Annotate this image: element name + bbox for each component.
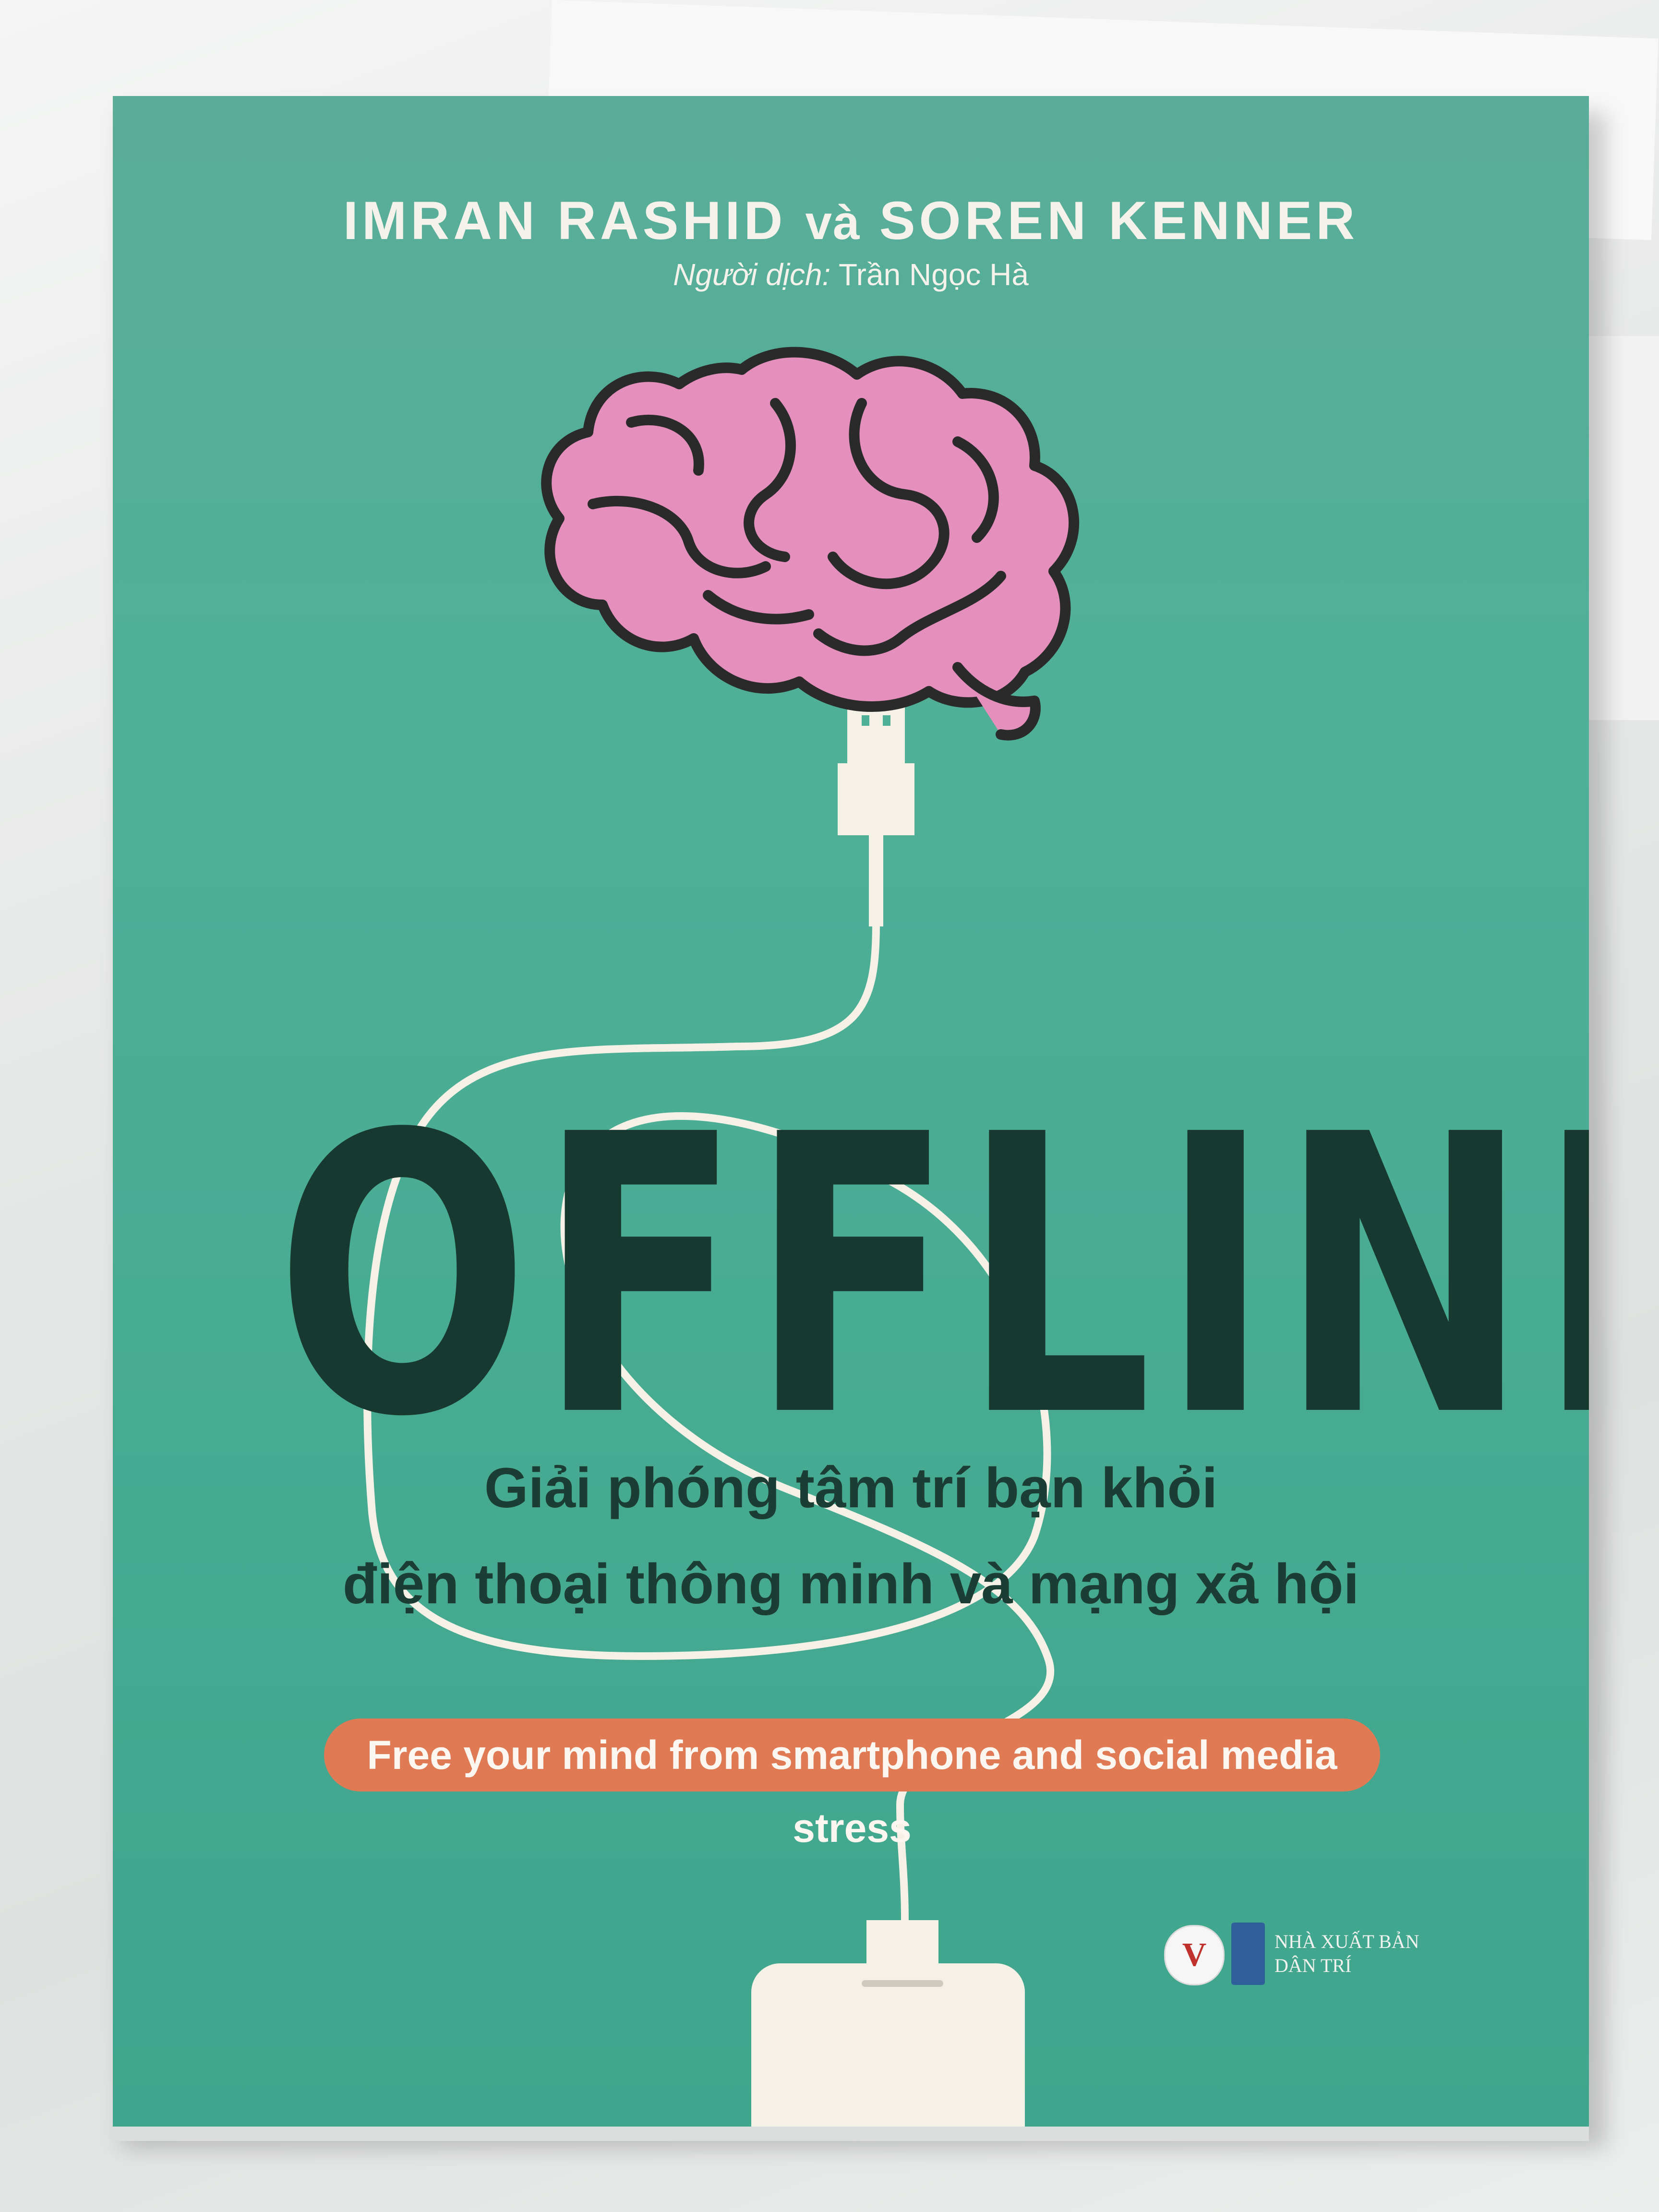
publisher-name: NHÀ XUẤT BẢN DÂN TRÍ xyxy=(1274,1930,1495,1978)
tagline-pill: Free your mind from smartphone and socia… xyxy=(324,1719,1380,1851)
phone-illustration xyxy=(751,1920,1025,2127)
subtitle-line-2: điện thoại thông minh và mạng xã hội xyxy=(342,1552,1359,1616)
book-title: OFFLINE xyxy=(275,1053,1589,1501)
publisher-name-line-2: DÂN TRÍ xyxy=(1274,1955,1352,1976)
publisher-logo: V xyxy=(1164,1925,1225,1985)
subtitle: Giải phóng tâm trí bạn khỏi điện thoại t… xyxy=(113,1440,1589,1632)
publisher-book-icon xyxy=(1231,1923,1265,1985)
book-cover: IMRAN RASHID và SOREN KENNER Người dịch:… xyxy=(113,96,1589,2127)
brain-illustration xyxy=(541,347,1080,741)
publisher-block: V NHÀ XUẤT BẢN DÂN TRÍ xyxy=(1164,1920,1500,1987)
usb-plug-icon xyxy=(838,701,914,926)
publisher-name-line-1: NHÀ XUẤT BẢN xyxy=(1274,1931,1419,1952)
subtitle-line-1: Giải phóng tâm trí bạn khỏi xyxy=(484,1456,1218,1520)
